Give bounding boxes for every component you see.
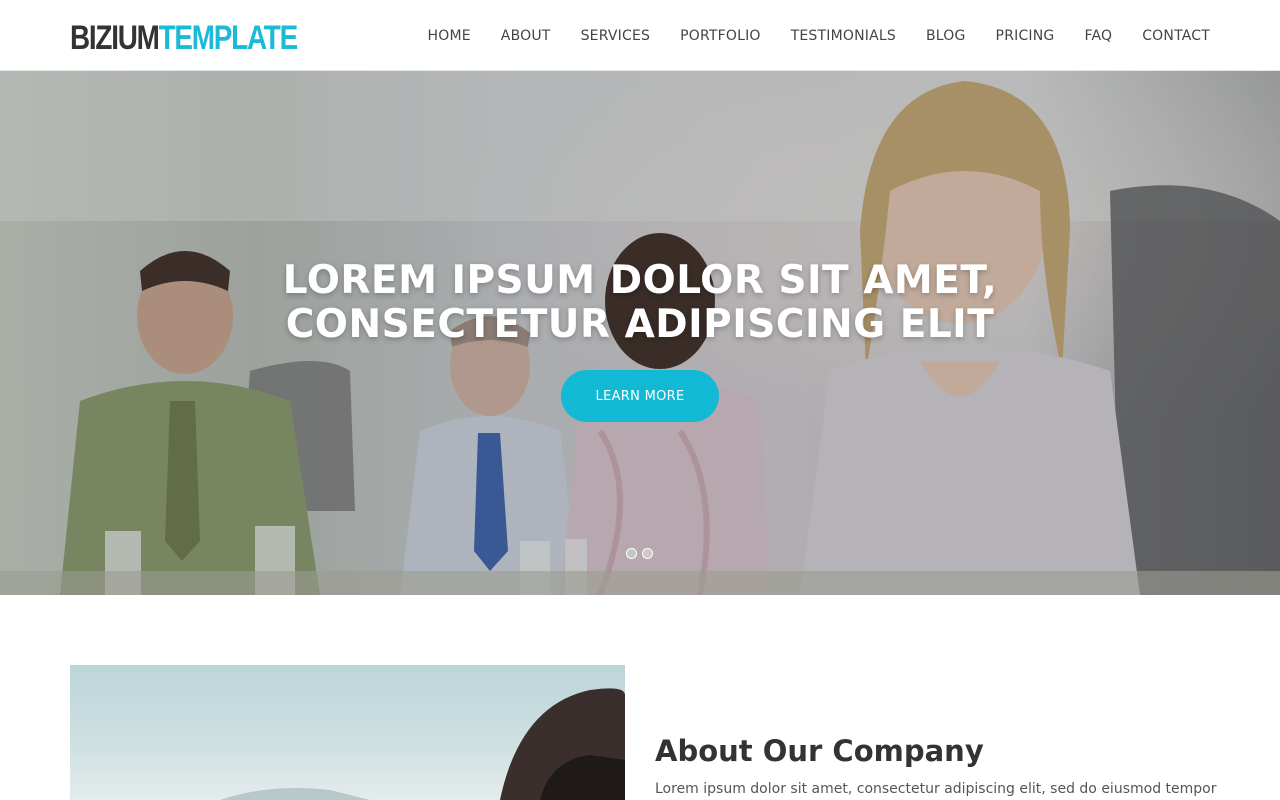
logo-text-primary: BIZIUM (70, 19, 160, 57)
site-header: BIZIUMTEMPLATE HOME ABOUT SERVICES PORTF… (0, 0, 1280, 71)
slider-pagination (626, 548, 658, 559)
logo-text-accent: TEMPLATE (158, 19, 299, 57)
about-image (70, 665, 625, 800)
nav-portfolio[interactable]: PORTFOLIO (680, 28, 761, 44)
learn-more-button[interactable]: LEARN MORE (561, 370, 719, 422)
nav-home[interactable]: HOME (428, 28, 471, 44)
about-heading: About Our Company (655, 734, 984, 768)
nav-contact[interactable]: CONTACT (1142, 28, 1210, 44)
slider-dot-2[interactable] (642, 548, 653, 559)
hero-heading-line-1: LOREM IPSUM DOLOR SIT AMET, (282, 258, 998, 303)
slider-dot-1[interactable] (626, 548, 637, 559)
nav-about[interactable]: ABOUT (501, 28, 551, 44)
nav-pricing[interactable]: PRICING (996, 28, 1055, 44)
nav-faq[interactable]: FAQ (1084, 28, 1112, 44)
hero-slider: LOREM IPSUM DOLOR SIT AMET, CONSECTETUR … (0, 71, 1280, 595)
nav-blog[interactable]: BLOG (926, 28, 966, 44)
main-nav: HOME ABOUT SERVICES PORTFOLIO TESTIMONIA… (428, 0, 1210, 71)
nav-testimonials[interactable]: TESTIMONIALS (791, 28, 896, 44)
about-photo (220, 688, 625, 800)
about-paragraph: Lorem ipsum dolor sit amet, consectetur … (655, 781, 1217, 797)
hero-heading: LOREM IPSUM DOLOR SIT AMET, CONSECTETUR … (0, 259, 1280, 347)
nav-services[interactable]: SERVICES (581, 28, 651, 44)
hero-heading-line-2: CONSECTETUR ADIPISCING ELIT (285, 302, 995, 347)
site-logo[interactable]: BIZIUMTEMPLATE (70, 18, 299, 58)
